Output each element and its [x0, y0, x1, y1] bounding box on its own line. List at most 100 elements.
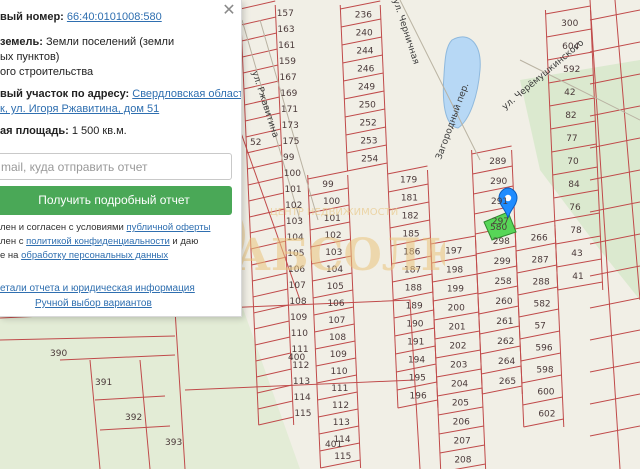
plot-number[interactable]: 201 — [448, 322, 465, 332]
plot-number[interactable]: 400 — [288, 353, 305, 363]
plot-number[interactable]: 77 — [566, 134, 577, 144]
plot-number[interactable]: 260 — [495, 297, 512, 307]
plot-number[interactable]: 198 — [446, 265, 463, 275]
plot-number[interactable]: 290 — [490, 177, 507, 187]
plot-number[interactable]: 580 — [490, 223, 507, 233]
plot-number[interactable]: 602 — [538, 409, 555, 419]
plot-number[interactable]: 289 — [489, 157, 506, 167]
email-input[interactable]: mail, куда отправить отчет — [0, 153, 232, 180]
plot-number[interactable]: 252 — [360, 119, 377, 129]
close-icon[interactable]: ✕ — [221, 3, 237, 19]
plot-number[interactable]: 43 — [571, 249, 582, 259]
plot-number[interactable]: 179 — [400, 176, 417, 186]
plot-number[interactable]: 52 — [250, 138, 261, 148]
plot-number[interactable]: 391 — [95, 378, 112, 388]
plot-number[interactable]: 204 — [451, 379, 468, 389]
plot-number[interactable]: 76 — [569, 203, 581, 213]
plot-number[interactable]: 84 — [568, 180, 580, 190]
address-link[interactable]: Свердловская область, — [132, 88, 241, 100]
plot-number[interactable]: 110 — [291, 329, 308, 339]
plot-number[interactable]: 203 — [450, 360, 467, 370]
plot-number[interactable]: 161 — [278, 41, 295, 51]
plot-number[interactable]: 101 — [284, 185, 301, 195]
plot-number[interactable]: 114 — [294, 393, 311, 403]
plot-number[interactable]: 236 — [355, 11, 372, 21]
plot-number[interactable]: 157 — [277, 9, 294, 19]
address-link-2[interactable]: к, ул. Игоря Ржавитина, дом 51 — [0, 102, 159, 117]
plot-number[interactable]: 596 — [535, 343, 552, 353]
plot-number[interactable]: 102 — [285, 201, 302, 211]
plot-number[interactable]: 299 — [494, 257, 511, 267]
plot-number[interactable]: 115 — [294, 409, 311, 419]
manual-selection-link[interactable]: Ручной выбор вариантов — [35, 296, 152, 311]
plot-number[interactable]: 182 — [402, 212, 419, 222]
plot-number[interactable]: 181 — [401, 194, 418, 204]
plot-number[interactable]: 57 — [534, 321, 545, 331]
plot-number[interactable]: 109 — [290, 313, 307, 323]
plot-number[interactable]: 112 — [332, 401, 349, 411]
plot-number[interactable]: 244 — [356, 47, 373, 57]
plot-number[interactable]: 199 — [447, 284, 464, 294]
plot-number[interactable]: 196 — [410, 392, 427, 402]
plot-number[interactable]: 109 — [330, 350, 347, 360]
plot-number[interactable]: 207 — [454, 436, 471, 446]
plot-number[interactable]: 254 — [361, 155, 378, 165]
plot-number[interactable]: 113 — [333, 418, 350, 428]
plot-number[interactable]: 266 — [531, 233, 548, 243]
plot-number[interactable]: 250 — [359, 101, 376, 111]
plot-number[interactable]: 104 — [326, 265, 343, 275]
plot-number[interactable]: 253 — [360, 137, 377, 147]
privacy-policy-link[interactable]: политикой конфиденциальности — [26, 236, 170, 247]
plot-number[interactable]: 291 — [491, 197, 508, 207]
plot-number[interactable]: 194 — [408, 356, 425, 366]
order-report-button[interactable]: Получить подробный отчет — [0, 186, 232, 215]
plot-number[interactable]: 393 — [165, 438, 182, 448]
cadastral-number-link[interactable]: 66:40:0101008:580 — [67, 11, 162, 23]
plot-number[interactable]: 173 — [282, 121, 299, 131]
plot-number[interactable]: 240 — [356, 29, 373, 39]
plot-number[interactable]: 167 — [280, 73, 297, 83]
plot-number[interactable]: 42 — [564, 88, 575, 98]
plot-number[interactable]: 261 — [496, 317, 513, 327]
plot-number[interactable]: 169 — [280, 89, 297, 99]
plot-number[interactable]: 105 — [327, 282, 344, 292]
plot-number[interactable]: 113 — [293, 377, 310, 387]
plot-number[interactable]: 202 — [449, 341, 466, 351]
plot-number[interactable]: 111 — [331, 384, 348, 394]
plot-number[interactable]: 582 — [533, 299, 550, 309]
plot-number[interactable]: 107 — [328, 316, 345, 326]
plot-number[interactable]: 208 — [454, 455, 471, 465]
plot-number[interactable]: 106 — [327, 299, 344, 309]
plot-number[interactable]: 101 — [324, 214, 341, 224]
plot-number[interactable]: 205 — [452, 398, 469, 408]
plot-number[interactable]: 163 — [277, 25, 294, 35]
plot-number[interactable]: 70 — [567, 157, 579, 167]
public-offer-link[interactable]: публичной оферты — [127, 222, 211, 233]
plot-number[interactable]: 99 — [283, 153, 295, 163]
plot-number[interactable]: 41 — [572, 272, 583, 282]
plot-number[interactable]: 106 — [288, 265, 305, 275]
plot-number[interactable]: 287 — [532, 255, 549, 265]
plot-number[interactable]: 592 — [563, 65, 580, 75]
personal-data-link[interactable]: обработку персональных данных — [21, 250, 168, 261]
plot-number[interactable]: 103 — [325, 248, 342, 258]
plot-number[interactable]: 206 — [453, 417, 470, 427]
plot-number[interactable]: 600 — [537, 387, 554, 397]
plot-number[interactable]: 175 — [282, 137, 299, 147]
plot-number[interactable]: 103 — [286, 217, 303, 227]
plot-number[interactable]: 265 — [499, 377, 516, 387]
plot-number[interactable]: 99 — [322, 180, 334, 190]
plot-number[interactable]: 102 — [324, 231, 341, 241]
plot-number[interactable]: 108 — [329, 333, 346, 343]
plot-number[interactable]: 100 — [323, 197, 340, 207]
plot-number[interactable]: 108 — [289, 297, 306, 307]
plot-number[interactable]: 246 — [357, 65, 374, 75]
plot-number[interactable]: 300 — [561, 19, 578, 29]
plot-number[interactable]: 185 — [402, 230, 419, 240]
plot-number[interactable]: 288 — [533, 277, 550, 287]
plot-number[interactable]: 107 — [289, 281, 306, 291]
plot-number[interactable]: 110 — [330, 367, 347, 377]
plot-number[interactable]: 598 — [536, 365, 553, 375]
plot-number[interactable]: 200 — [448, 303, 465, 313]
plot-number[interactable]: 197 — [445, 246, 462, 256]
